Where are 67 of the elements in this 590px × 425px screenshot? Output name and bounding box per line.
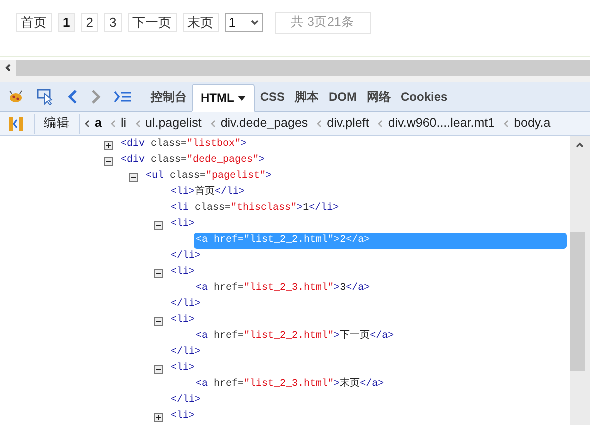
panel-tab[interactable]: Cookies: [396, 83, 453, 111]
separator-chevron-icon: [317, 120, 322, 128]
chevron-left-icon: [4, 64, 12, 72]
code-line[interactable]: <a href="list_2_3.html">末页</a>: [194, 377, 567, 393]
dropdown-caret-icon: [250, 20, 259, 26]
breadcrumb-item[interactable]: div.w960....lear.mt1: [388, 114, 496, 133]
code-line[interactable]: </li>: [169, 297, 567, 313]
panel-tab[interactable]: 控制台: [146, 83, 192, 111]
page-link[interactable]: 3: [104, 13, 122, 32]
code-line[interactable]: </li>: [169, 345, 567, 361]
separator-chevron-icon: [136, 120, 141, 128]
code-line[interactable]: <ul class="pagelist">: [144, 169, 567, 185]
code-line[interactable]: <div class="listbox">: [119, 137, 567, 153]
panel-tab[interactable]: DOM: [324, 83, 362, 111]
inspect-cursor-icon[interactable]: [37, 88, 55, 104]
breadcrumb-item[interactable]: div.pleft: [327, 114, 370, 133]
page-summary: 共 3页21条: [274, 12, 371, 34]
code-line[interactable]: </li>: [169, 393, 567, 409]
page-link[interactable]: 1: [58, 13, 76, 32]
dropdown-caret-icon: [238, 96, 246, 100]
breadcrumb-item[interactable]: ul.pagelist: [146, 114, 202, 133]
layout-toggle-icon[interactable]: [8, 116, 24, 132]
edit-button[interactable]: 编辑: [35, 112, 79, 134]
code-line[interactable]: <li>首页</li>: [169, 185, 567, 201]
bug-icon[interactable]: [8, 90, 24, 104]
code-line[interactable]: <li>: [169, 361, 567, 377]
panel-tab[interactable]: CSS: [255, 83, 290, 111]
code-line[interactable]: </li>: [169, 249, 567, 265]
page-link[interactable]: 末页: [182, 13, 219, 32]
scroll-left-button[interactable]: [0, 60, 16, 76]
collapse-toggle[interactable]: [129, 172, 138, 182]
scrollbar-thumb[interactable]: [570, 232, 585, 371]
panel-tab[interactable]: 网络: [362, 83, 396, 111]
code-line[interactable]: <div class="dede_pages">: [119, 153, 567, 169]
vertical-scrollbar[interactable]: [570, 136, 590, 425]
code-line[interactable]: <a href="list_2_3.html">3</a>: [194, 281, 567, 297]
scroll-up-icon[interactable]: [576, 142, 584, 148]
horizontal-scrollbar[interactable]: [0, 60, 590, 76]
breadcrumb-item[interactable]: body.a: [514, 114, 551, 133]
separator-chevron-icon: [378, 120, 384, 128]
code-line[interactable]: <li>: [169, 217, 567, 233]
code-line[interactable]: <li>: [169, 265, 567, 281]
page-link[interactable]: 首页: [16, 13, 52, 32]
separator-chevron-icon: [504, 120, 510, 128]
breadcrumb-item[interactable]: a: [95, 114, 102, 133]
collapse-toggle[interactable]: [154, 364, 163, 374]
collapse-toggle[interactable]: [154, 268, 163, 278]
separator-chevron-icon: [85, 120, 90, 128]
page-select[interactable]: 1: [224, 13, 263, 32]
separator-chevron-icon: [110, 120, 116, 128]
collapse-toggle[interactable]: [104, 156, 113, 166]
breadcrumb-item[interactable]: li: [120, 114, 127, 133]
collapse-toggle[interactable]: [154, 316, 163, 326]
separator-chevron-icon: [210, 120, 216, 128]
code-line[interactable]: <li class="thisclass">1</li>: [169, 201, 567, 217]
page-link[interactable]: 下一页: [128, 13, 177, 32]
code-line[interactable]: <li>: [169, 409, 567, 425]
expand-toggle[interactable]: [154, 412, 163, 422]
code-line[interactable]: <a href="list_2_2.html">下一页</a>: [194, 329, 567, 345]
panel-tab[interactable]: 脚本: [290, 83, 324, 111]
breadcrumb-item[interactable]: div.dede_pages: [220, 114, 308, 133]
command-line-icon[interactable]: [114, 90, 132, 102]
panel-tab[interactable]: HTML: [192, 84, 256, 112]
expand-toggle[interactable]: [104, 140, 113, 150]
page-link[interactable]: 2: [81, 13, 98, 32]
collapse-toggle[interactable]: [154, 220, 163, 230]
code-line[interactable]: <li>: [169, 313, 567, 329]
